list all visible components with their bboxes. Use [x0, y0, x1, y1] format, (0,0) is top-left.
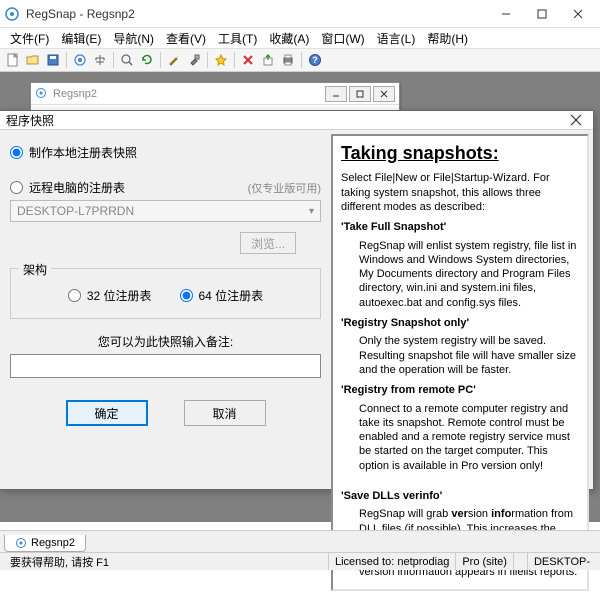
chevron-down-icon: ▾ [309, 206, 314, 217]
help-mode2-title: 'Registry Snapshot only' [341, 316, 579, 330]
dialog-title: 程序快照 [6, 112, 565, 129]
document-tabstrip: Regsnp2 [0, 530, 600, 552]
status-license: Licensed to: netprodiag [329, 553, 456, 570]
help-heading: Taking snapshots: [341, 142, 579, 165]
help-mode1-desc: RegSnap will enlist system registry, fil… [359, 239, 579, 310]
menu-view[interactable]: 查看(V) [160, 28, 212, 49]
toolbar: ? [0, 48, 600, 72]
radio-64bit[interactable] [180, 289, 193, 302]
menu-file[interactable]: 文件(F) [4, 28, 55, 49]
tool-help-icon[interactable]: ? [306, 51, 324, 69]
toolbar-sep [234, 52, 235, 68]
menu-bar: 文件(F) 编辑(E) 导航(N) 查看(V) 工具(T) 收藏(A) 窗口(W… [0, 28, 600, 48]
svg-text:?: ? [312, 55, 318, 65]
help-mode3-title: 'Registry from remote PC' [341, 383, 579, 397]
help-pane: Taking snapshots: Select File|New or Fil… [331, 134, 589, 591]
help-mode3-desc: Connect to a remote computer registry an… [359, 402, 579, 473]
dialog-close-button[interactable] [565, 111, 587, 129]
radio-64bit-label[interactable]: 64 位注册表 [199, 287, 264, 304]
mdi-titlebar: Regsnp2 [31, 83, 399, 105]
toolbar-sep [301, 52, 302, 68]
tool-print-icon[interactable] [279, 51, 297, 69]
help-intro: Select File|New or File|Startup-Wizard. … [341, 171, 579, 214]
tool-delete-icon[interactable] [239, 51, 257, 69]
status-edition: Pro (site) [456, 553, 514, 570]
snapshot-dialog: 程序快照 制作本地注册表快照 远程电脑的注册表 (仅专业版可用) DESKTOP… [0, 110, 594, 490]
radio-local-label[interactable]: 制作本地注册表快照 [29, 144, 137, 161]
menu-fav[interactable]: 收藏(A) [263, 28, 315, 49]
app-icon [4, 6, 20, 22]
dialog-titlebar: 程序快照 [0, 111, 593, 130]
tool-refresh-icon[interactable] [138, 51, 156, 69]
tab-regsnp2[interactable]: Regsnp2 [4, 535, 86, 552]
menu-tools[interactable]: 工具(T) [212, 28, 263, 49]
ok-button[interactable]: 确定 [66, 400, 148, 426]
note-input[interactable] [10, 354, 321, 378]
arch-group: 架构 32 位注册表 64 位注册表 [10, 268, 321, 319]
main-titlebar: RegSnap - Regsnp2 [0, 0, 600, 28]
arch-legend: 架构 [19, 261, 51, 278]
mdi-minimize-button[interactable] [325, 86, 347, 102]
toolbar-sep [66, 52, 67, 68]
help-mode1-title: 'Take Full Snapshot' [341, 220, 579, 234]
mdi-doc-icon [35, 87, 49, 101]
note-label: 您可以为此快照输入备注: [10, 333, 321, 350]
tool-wizard-icon[interactable] [165, 51, 183, 69]
remote-host-combo[interactable]: DESKTOP-L7PRRDN ▾ [10, 200, 321, 222]
mdi-maximize-button[interactable] [349, 86, 371, 102]
minimize-button[interactable] [488, 2, 524, 26]
tool-options-icon[interactable] [185, 51, 203, 69]
tool-fav-icon[interactable] [212, 51, 230, 69]
help-mode4-title: 'Save DLLs verinfo' [341, 489, 579, 503]
status-bar: 要获得帮助, 请按 F1 Licensed to: netprodiag Pro… [0, 552, 600, 570]
status-host: DESKTOP- [528, 553, 596, 570]
menu-help[interactable]: 帮助(H) [421, 28, 474, 49]
mdi-close-button[interactable] [373, 86, 395, 102]
radio-local-snapshot[interactable] [10, 146, 23, 159]
window-title: RegSnap - Regsnp2 [26, 7, 488, 21]
toolbar-sep [207, 52, 208, 68]
radio-32bit-label[interactable]: 32 位注册表 [87, 287, 152, 304]
menu-lang[interactable]: 语言(L) [371, 28, 422, 49]
tool-compare-icon[interactable] [91, 51, 109, 69]
browse-button[interactable]: 浏览... [240, 232, 296, 254]
tool-search-icon[interactable] [118, 51, 136, 69]
tool-save-icon[interactable] [44, 51, 62, 69]
tool-snapshot-icon[interactable] [71, 51, 89, 69]
tool-export-icon[interactable] [259, 51, 277, 69]
menu-nav[interactable]: 导航(N) [107, 28, 160, 49]
tab-doc-icon [15, 537, 27, 549]
menu-window[interactable]: 窗口(W) [315, 28, 370, 49]
tool-open-icon[interactable] [24, 51, 42, 69]
toolbar-sep [113, 52, 114, 68]
dialog-left-pane: 制作本地注册表快照 远程电脑的注册表 (仅专业版可用) DESKTOP-L7PR… [0, 130, 331, 595]
remote-hint: (仅专业版可用) [248, 180, 321, 196]
cancel-button[interactable]: 取消 [184, 400, 266, 426]
tool-new-icon[interactable] [4, 51, 22, 69]
combo-value: DESKTOP-L7PRRDN [17, 204, 134, 218]
close-button[interactable] [560, 2, 596, 26]
menu-edit[interactable]: 编辑(E) [55, 28, 107, 49]
status-help: 要获得帮助, 请按 F1 [4, 553, 329, 570]
tab-label: Regsnp2 [31, 537, 75, 549]
maximize-button[interactable] [524, 2, 560, 26]
radio-32bit[interactable] [68, 289, 81, 302]
toolbar-sep [160, 52, 161, 68]
help-mode2-desc: Only the system registry will be saved. … [359, 334, 579, 377]
radio-remote-snapshot[interactable] [10, 181, 23, 194]
mdi-title: Regsnp2 [53, 88, 325, 100]
radio-remote-label[interactable]: 远程电脑的注册表 [29, 179, 125, 196]
